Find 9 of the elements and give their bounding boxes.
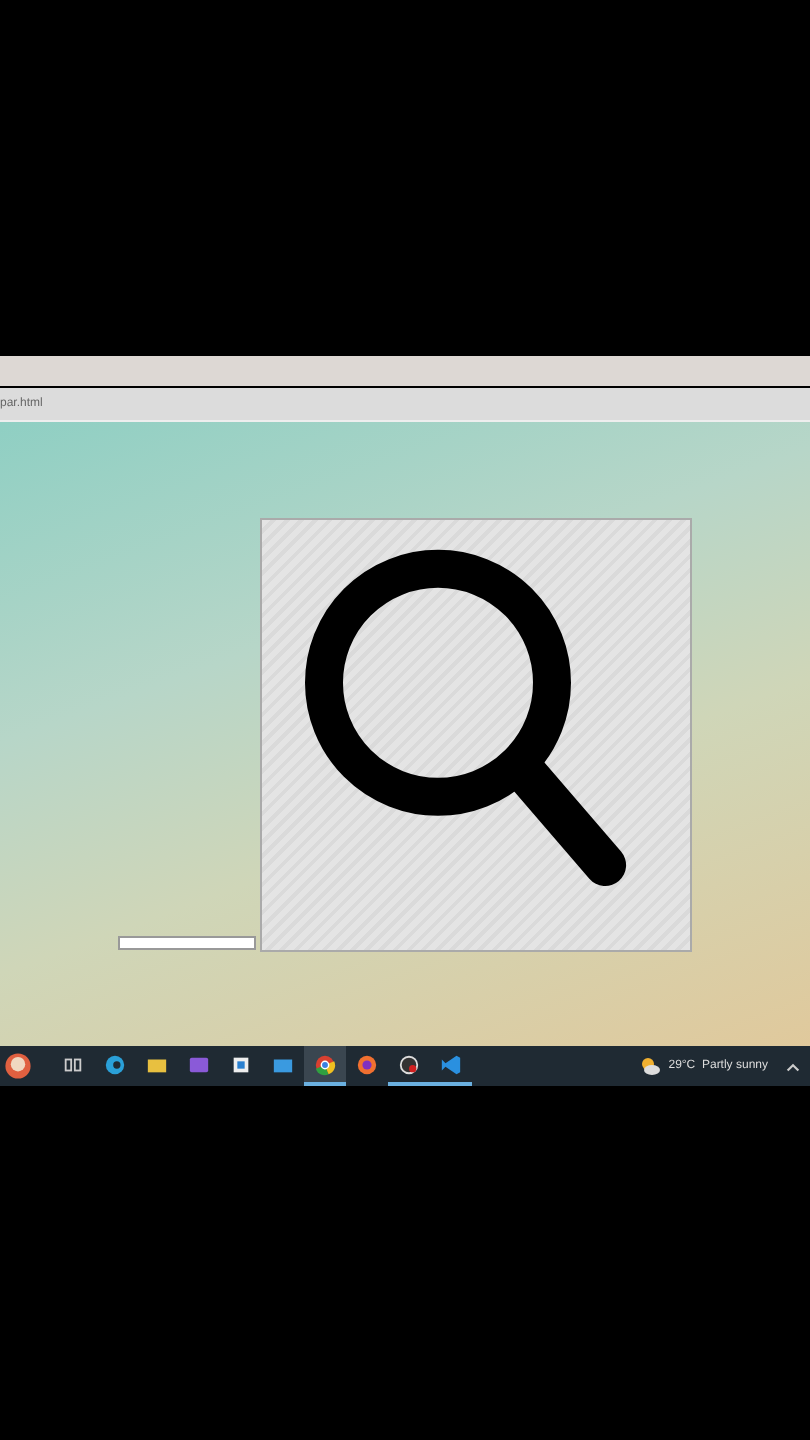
weather-icon[interactable] <box>638 1054 663 1078</box>
code-editor-icon[interactable] <box>440 1053 462 1075</box>
app-window-icon[interactable] <box>188 1053 210 1075</box>
browser-circle-icon[interactable] <box>314 1053 336 1075</box>
input-field[interactable] <box>118 936 256 950</box>
task-view-icon[interactable] <box>62 1053 84 1075</box>
character-icon[interactable] <box>0 1048 36 1084</box>
record-icon[interactable] <box>398 1053 420 1075</box>
taskbar-app-button[interactable] <box>304 1046 346 1086</box>
